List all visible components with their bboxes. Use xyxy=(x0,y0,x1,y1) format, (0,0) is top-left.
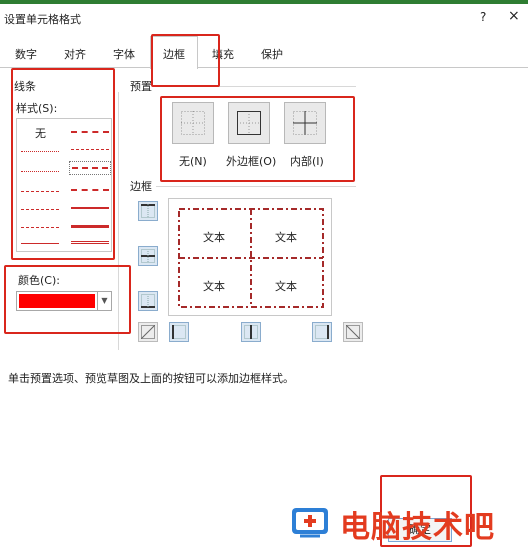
border-right-icon xyxy=(315,325,329,339)
preview-grid xyxy=(178,208,324,308)
tab-protection[interactable]: 保护 xyxy=(261,46,283,62)
annotation-presets xyxy=(160,96,355,182)
tab-number[interactable]: 数字 xyxy=(15,46,37,62)
close-button[interactable]: × xyxy=(508,8,520,24)
tab-alignment[interactable]: 对齐 xyxy=(64,46,86,62)
border-top-icon xyxy=(141,204,155,218)
dialog-title-bar: 设置单元格格式 ? × xyxy=(0,4,528,32)
watermark-text: 电脑技术吧 xyxy=(340,510,495,545)
preset-section-label: 预置 xyxy=(130,80,152,93)
annotation-line-style xyxy=(11,68,115,260)
help-button[interactable]: ? xyxy=(480,10,486,24)
preview-cell-text: 文本 xyxy=(203,231,225,244)
diagonal-up-icon xyxy=(141,325,155,339)
preview-cell-text: 文本 xyxy=(275,280,297,293)
border-diagonal-down-button[interactable] xyxy=(343,322,363,342)
border-right-button[interactable] xyxy=(312,322,332,342)
border-preview[interactable]: 文本 文本 文本 文本 xyxy=(168,198,332,316)
preview-cell-text: 文本 xyxy=(275,231,297,244)
border-diagonal-up-button[interactable] xyxy=(138,322,158,342)
watermark-logo xyxy=(292,508,328,538)
preview-cell-text: 文本 xyxy=(203,280,225,293)
border-middle-icon xyxy=(141,249,155,263)
annotation-border-tab xyxy=(151,34,220,87)
border-inside-horizontal-button[interactable] xyxy=(138,246,158,266)
tab-bar: 数字 对齐 字体 边框 填充 保护 xyxy=(0,36,528,69)
watermark: 电脑技术吧 xyxy=(290,500,526,545)
border-section-label: 边框 xyxy=(130,180,152,193)
border-left-icon xyxy=(172,325,186,339)
border-bottom-button[interactable] xyxy=(138,291,158,311)
dialog-title: 设置单元格格式 xyxy=(4,13,81,26)
border-inside-vertical-button[interactable] xyxy=(241,322,261,342)
border-top-button[interactable] xyxy=(138,201,158,221)
border-center-icon xyxy=(244,325,258,339)
border-left-button[interactable] xyxy=(169,322,189,342)
info-text: 单击预置选项、预览草图及上面的按钮可以添加边框样式。 xyxy=(8,372,294,385)
border-divider xyxy=(156,186,356,187)
border-bottom-icon xyxy=(141,294,155,308)
diagonal-down-icon xyxy=(346,325,360,339)
annotation-color xyxy=(4,265,131,334)
tab-font[interactable]: 字体 xyxy=(113,46,135,62)
